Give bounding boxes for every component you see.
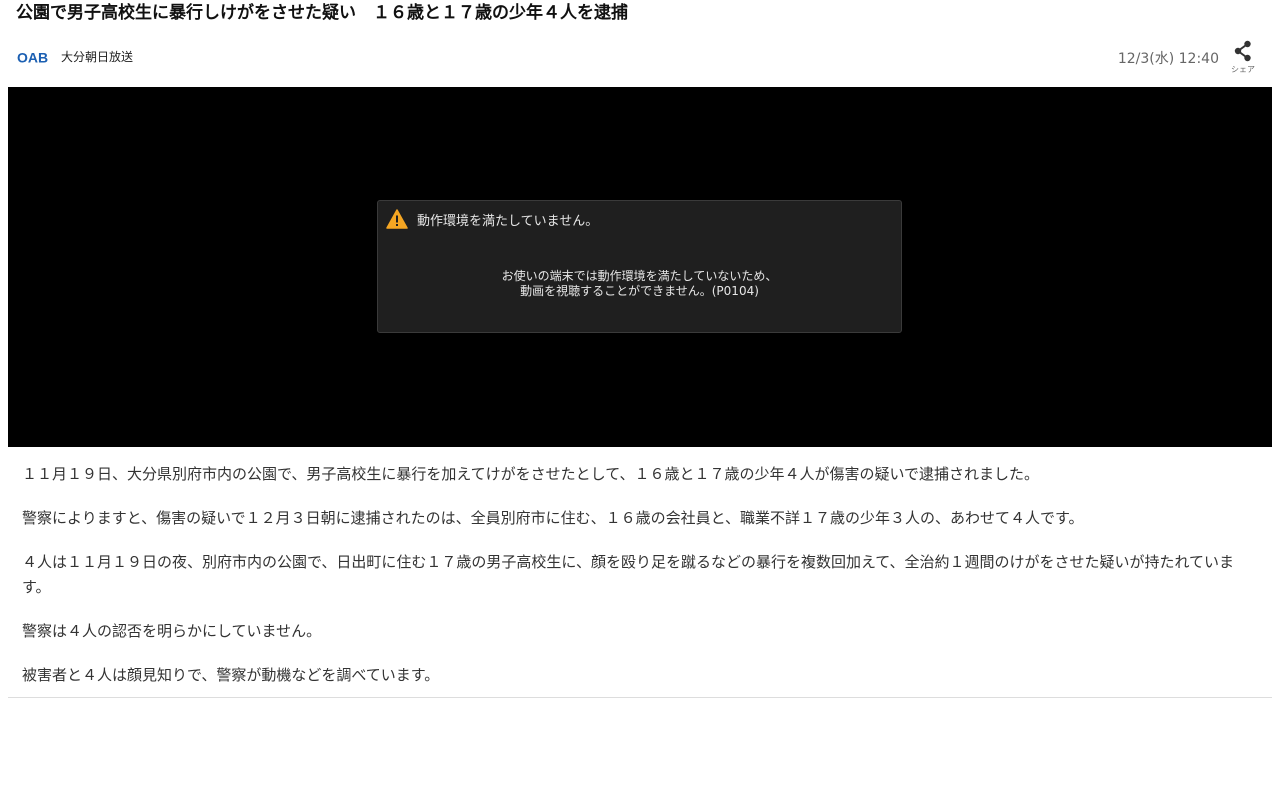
svg-text:OAB: OAB bbox=[17, 50, 48, 64]
error-header: 動作環境を満たしていません。 bbox=[386, 209, 598, 229]
article-page: 公園で男子高校生に暴行しけがをさせた疑い １６歳と１７歳の少年４人を逮捕 OAB… bbox=[0, 0, 1280, 800]
source-link[interactable]: OAB 大分朝日放送 bbox=[17, 48, 133, 65]
playback-error-dialog: 動作環境を満たしていません。 お使いの端末では動作環境を満たしていないため、 動… bbox=[377, 200, 902, 333]
article-meta: OAB 大分朝日放送 12/3(水) 12:40 シェア bbox=[0, 38, 1280, 78]
error-message-line: お使いの端末では動作環境を満たしていないため、 bbox=[501, 269, 778, 283]
publish-datetime: 12/3(水) 12:40 bbox=[1117, 51, 1219, 67]
article-paragraph: ４人は１１月１９日の夜、別府市内の公園で、日出町に住む１７歳の男子高校生に、顔を… bbox=[22, 553, 1235, 596]
warning-icon bbox=[386, 209, 408, 229]
article-paragraph: 警察によりますと、傷害の疑いで１２月３日朝に逮捕されたのは、全員別府市に住む、１… bbox=[22, 509, 1084, 527]
share-button[interactable]: シェア bbox=[1228, 38, 1258, 74]
video-player[interactable]: 動作環境を満たしていません。 お使いの端末では動作環境を満たしていないため、 動… bbox=[8, 87, 1272, 447]
share-icon bbox=[1234, 40, 1251, 62]
article-paragraph: 警察は４人の認否を明らかにしていません。 bbox=[22, 622, 322, 640]
article-paragraph: 被害者と４人は顔見知りで、警察が動機などを調べています。 bbox=[22, 666, 440, 684]
article-paragraph: １１月１９日、大分県別府市内の公園で、男子高校生に暴行を加えてけがをさせたとして… bbox=[22, 465, 1040, 483]
error-title: 動作環境を満たしていません。 bbox=[417, 213, 599, 229]
share-label: シェア bbox=[1231, 65, 1255, 74]
article-body: １１月１９日、大分県別府市内の公園で、男子高校生に暴行を加えてけがをさせたとして… bbox=[22, 462, 1262, 707]
oab-logo-icon: OAB bbox=[17, 50, 48, 64]
article-title: 公園で男子高校生に暴行しけがをさせた疑い １６歳と１７歳の少年４人を逮捕 bbox=[16, 3, 628, 23]
error-message-line: 動画を視聴することができません。(P0104) bbox=[520, 284, 759, 298]
error-message: お使いの端末では動作環境を満たしていないため、 動画を視聴することができません。… bbox=[378, 269, 901, 299]
source-name: 大分朝日放送 bbox=[61, 50, 134, 64]
divider bbox=[8, 697, 1272, 698]
